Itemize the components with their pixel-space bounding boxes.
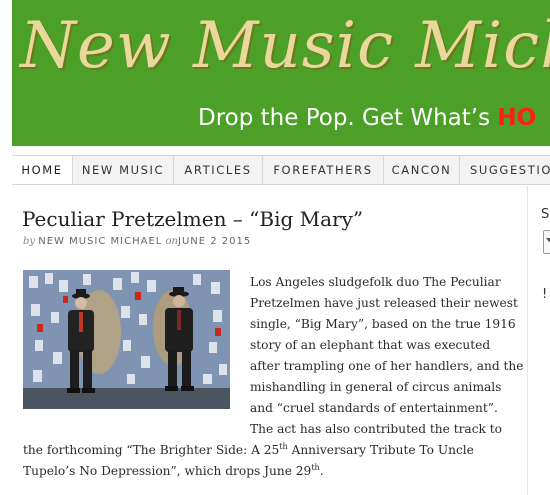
line10-part-1: Tupelo’s No Depression”, which drops Jun…	[23, 464, 312, 478]
band-photo-illustration	[23, 270, 230, 409]
site-title[interactable]: New Music Michael	[20, 6, 550, 86]
post-body-line-2: Pretzelmen have just released their newe…	[250, 296, 518, 310]
post-body-line-8: The act has also contributed the track t…	[250, 422, 503, 436]
post-body-line-9: the forthcoming “The Brighter Side: A 25…	[23, 442, 474, 458]
sidebar-select[interactable]	[543, 230, 550, 254]
post-body-line-5: after trampling one of her handlers, and…	[250, 359, 524, 373]
post-date: JUNE 2 2015	[178, 236, 252, 247]
line9-superscript: th	[279, 442, 288, 451]
chevron-down-icon	[546, 238, 550, 242]
byline-by: by	[23, 236, 36, 247]
line10-part-2: .	[319, 464, 324, 478]
nav-item-cancon[interactable]: CANCON	[384, 156, 460, 184]
tagline: Drop the Pop. Get What’s HO	[198, 103, 536, 133]
nav-item-suggestions[interactable]: SUGGESTIO	[460, 156, 550, 184]
post-body-line-3: single, “Big Mary”, based on the true 19…	[250, 317, 516, 331]
nav-item-forefathers[interactable]: FOREFATHERS	[263, 156, 384, 184]
sidebar-divider	[527, 186, 528, 495]
sidebar-text-fragment: !	[542, 287, 548, 302]
post-body-line-4: story of an elephant that was executed	[250, 338, 491, 352]
band-photo	[23, 270, 230, 409]
post-title[interactable]: Peculiar Pretzelmen – “Big Mary”	[22, 206, 363, 232]
post-byline: by NEW MUSIC MICHAEL onJUNE 2 2015	[23, 236, 251, 248]
byline-on: on	[165, 236, 178, 247]
nav-item-home[interactable]: HOME	[12, 156, 73, 184]
nav-item-new-music[interactable]: NEW MUSIC	[73, 156, 174, 184]
header-banner[interactable]: New Music Michael Drop the Pop. Get What…	[12, 0, 550, 146]
post-body-line-1: Los Angeles sludgefolk duo The Peculiar	[250, 275, 501, 289]
post-body-line-10: Tupelo’s No Depression”, which drops Jun…	[23, 463, 324, 479]
line10-superscript: th	[311, 463, 320, 472]
line9-part-1: the forthcoming “The Brighter Side: A 25	[23, 443, 280, 457]
tagline-hot: HO	[497, 105, 537, 131]
tagline-text: Drop the Pop. Get What’s	[198, 105, 498, 131]
post-body-line-7: and “cruel standards of entertainment”.	[250, 401, 498, 415]
post-body-line-6: mishandling in general of circus animals	[250, 380, 502, 394]
line9-part-2: Anniversary Tribute To Uncle	[287, 443, 474, 457]
nav-item-articles[interactable]: ARTICLES	[174, 156, 263, 184]
post-author-link[interactable]: NEW MUSIC MICHAEL	[38, 236, 162, 247]
sidebar-heading: S	[541, 207, 550, 222]
main-nav: HOME NEW MUSIC ARTICLES FOREFATHERS CANC…	[12, 155, 550, 185]
